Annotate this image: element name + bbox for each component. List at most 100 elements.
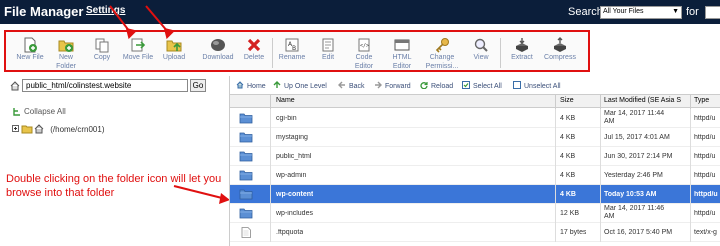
view-icon — [474, 38, 488, 52]
nav-select-all-label: Select All — [473, 83, 502, 90]
app-title: File Manager — [4, 4, 84, 19]
toolbar: New File New Folder Copy Move File Uploa… — [4, 30, 590, 72]
table-row[interactable]: mystaging 4 KB Jul 15, 2017 4:01 AM httpd/u — [230, 128, 720, 147]
chevron-down-icon: ▼ — [672, 8, 679, 15]
file-type: httpd/u — [694, 115, 716, 122]
column-divider — [690, 109, 691, 242]
column-header-modified[interactable]: Last Modified (SE Asia S — [604, 97, 681, 104]
file-modified-line-2: AM — [604, 213, 615, 220]
nav-forward-label: Forward — [385, 83, 411, 90]
table-row[interactable]: wp-admin 4 KB Yesterday 2:46 PM httpd/u — [230, 166, 720, 185]
file-modified: Oct 16, 2017 5:40 PM — [604, 229, 688, 237]
folder-icon[interactable] — [239, 189, 253, 200]
folder-icon[interactable] — [239, 113, 253, 124]
code-editor-icon: </> — [358, 38, 370, 52]
column-divider — [270, 95, 271, 109]
extract-icon — [516, 38, 528, 52]
file-modified-line-1: Mar 14, 2017 11:46 — [604, 205, 665, 212]
file-size: 12 KB — [560, 210, 580, 217]
compress-label: Compress — [544, 54, 576, 61]
file-type: httpd/u — [694, 191, 718, 198]
navigation-bar: Home Up One Level Back Forward Reload Se… — [230, 76, 720, 94]
table-row[interactable]: cgi-bin 4 KB Mar 14, 2017 11:44 AM httpd/u — [230, 109, 720, 128]
collapse-all-label: Collapse All — [24, 107, 66, 116]
nav-forward-button[interactable]: Forward — [374, 81, 411, 90]
file-modified: Mar 14, 2017 11:44 AM — [604, 110, 688, 126]
folder-icon[interactable] — [239, 170, 253, 181]
folder-icon[interactable] — [239, 132, 253, 143]
up-arrow-icon — [273, 81, 281, 88]
file-modified-line-1: Jun 30, 2017 2:14 PM — [604, 153, 673, 160]
file-type: httpd/u — [694, 210, 716, 217]
column-divider — [690, 95, 691, 109]
folder-icon[interactable] — [239, 151, 253, 162]
column-header-name[interactable]: Name — [276, 97, 295, 104]
file-modified: Yesterday 2:46 PM — [604, 172, 688, 180]
rename-icon: AB — [285, 38, 299, 52]
search-input[interactable] — [705, 6, 720, 19]
tree-root-item[interactable]: (/home/crn001) — [12, 124, 104, 134]
svg-text:B: B — [292, 45, 296, 52]
collapse-all-link[interactable]: Collapse All — [12, 107, 66, 116]
file-name: wp-content — [276, 191, 314, 198]
column-header-size[interactable]: Size — [560, 97, 574, 104]
directory-tree-pane — [0, 76, 229, 246]
file-icon[interactable] — [239, 227, 253, 238]
annotation-arrow-upload — [145, 5, 176, 40]
file-modified: Mar 14, 2017 11:46 AM — [604, 205, 688, 221]
file-size: 17 bytes — [560, 229, 587, 236]
table-row[interactable]: public_html 4 KB Jun 30, 2017 2:14 PM httpd… — [230, 147, 720, 166]
nav-select-all-button[interactable]: Select All — [462, 81, 502, 90]
file-modified: Jun 30, 2017 2:14 PM — [604, 153, 688, 161]
table-row[interactable]: wp-content 4 KB Today 10:53 AM httpd/u — [230, 185, 720, 204]
column-header-type[interactable]: Type — [694, 97, 709, 104]
nav-unselect-all-button[interactable]: Unselect All — [513, 81, 561, 90]
file-type: text/x-g — [694, 229, 717, 236]
nav-back-label: Back — [349, 83, 365, 90]
nav-unselect-all-label: Unselect All — [524, 83, 561, 90]
forward-arrow-icon — [375, 81, 382, 89]
file-modified-line-1: Yesterday 2:46 PM — [604, 172, 663, 179]
column-divider — [600, 109, 601, 242]
home-icon — [10, 81, 20, 91]
nav-reload-button[interactable]: Reload — [420, 81, 453, 90]
file-modified-line-1: Mar 14, 2017 11:44 — [604, 110, 665, 117]
for-label: for — [686, 6, 699, 18]
search-label: Search — [568, 6, 603, 18]
file-name: wp-admin — [276, 172, 307, 179]
file-size: 4 KB — [560, 153, 576, 160]
reload-icon — [420, 82, 428, 89]
annotation-arrow-move-file — [109, 5, 138, 40]
folder-icon[interactable] — [239, 208, 253, 219]
column-divider — [555, 109, 556, 242]
annotation-arrow-folder — [173, 185, 230, 204]
column-divider — [600, 95, 601, 109]
file-modified: Jul 15, 2017 4:01 AM — [604, 134, 688, 142]
file-size: 4 KB — [560, 134, 576, 141]
nav-back-button[interactable]: Back — [338, 81, 365, 90]
new-folder-icon — [58, 40, 74, 52]
svg-text:</>: </> — [360, 43, 369, 49]
file-name: .ftpquota — [276, 229, 304, 236]
nav-home-button[interactable]: Home — [236, 81, 266, 90]
table-row[interactable]: wp-includes 12 KB Mar 14, 2017 11:46 AM http… — [230, 204, 720, 223]
file-size: 4 KB — [560, 191, 576, 198]
compress-button[interactable]: Compress — [536, 36, 584, 72]
file-modified-line-1: Today 10:53 AM — [604, 191, 657, 198]
html-editor-icon — [394, 39, 410, 51]
search-scope-select[interactable]: All Your Files ▼ — [600, 6, 682, 19]
new-file-icon — [24, 37, 37, 53]
column-divider — [555, 95, 556, 109]
compress-icon — [554, 37, 566, 52]
download-icon — [211, 39, 225, 51]
go-button[interactable]: Go — [190, 79, 206, 92]
delete-icon — [247, 38, 261, 52]
file-size: 4 KB — [560, 172, 576, 179]
table-row[interactable]: .ftpquota 17 bytes Oct 16, 2017 5:40 PM tex… — [230, 223, 720, 242]
file-list-pane: Home Up One Level Back Forward Reload Se… — [229, 76, 720, 246]
tree-root-label: (/home/crn001) — [50, 125, 105, 134]
nav-up-one-level-button[interactable]: Up One Level — [273, 81, 327, 90]
key-icon — [435, 38, 449, 53]
file-modified-line-1: Oct 16, 2017 5:40 PM — [604, 229, 673, 236]
path-input[interactable]: public_html/colinstest.website — [22, 79, 188, 92]
